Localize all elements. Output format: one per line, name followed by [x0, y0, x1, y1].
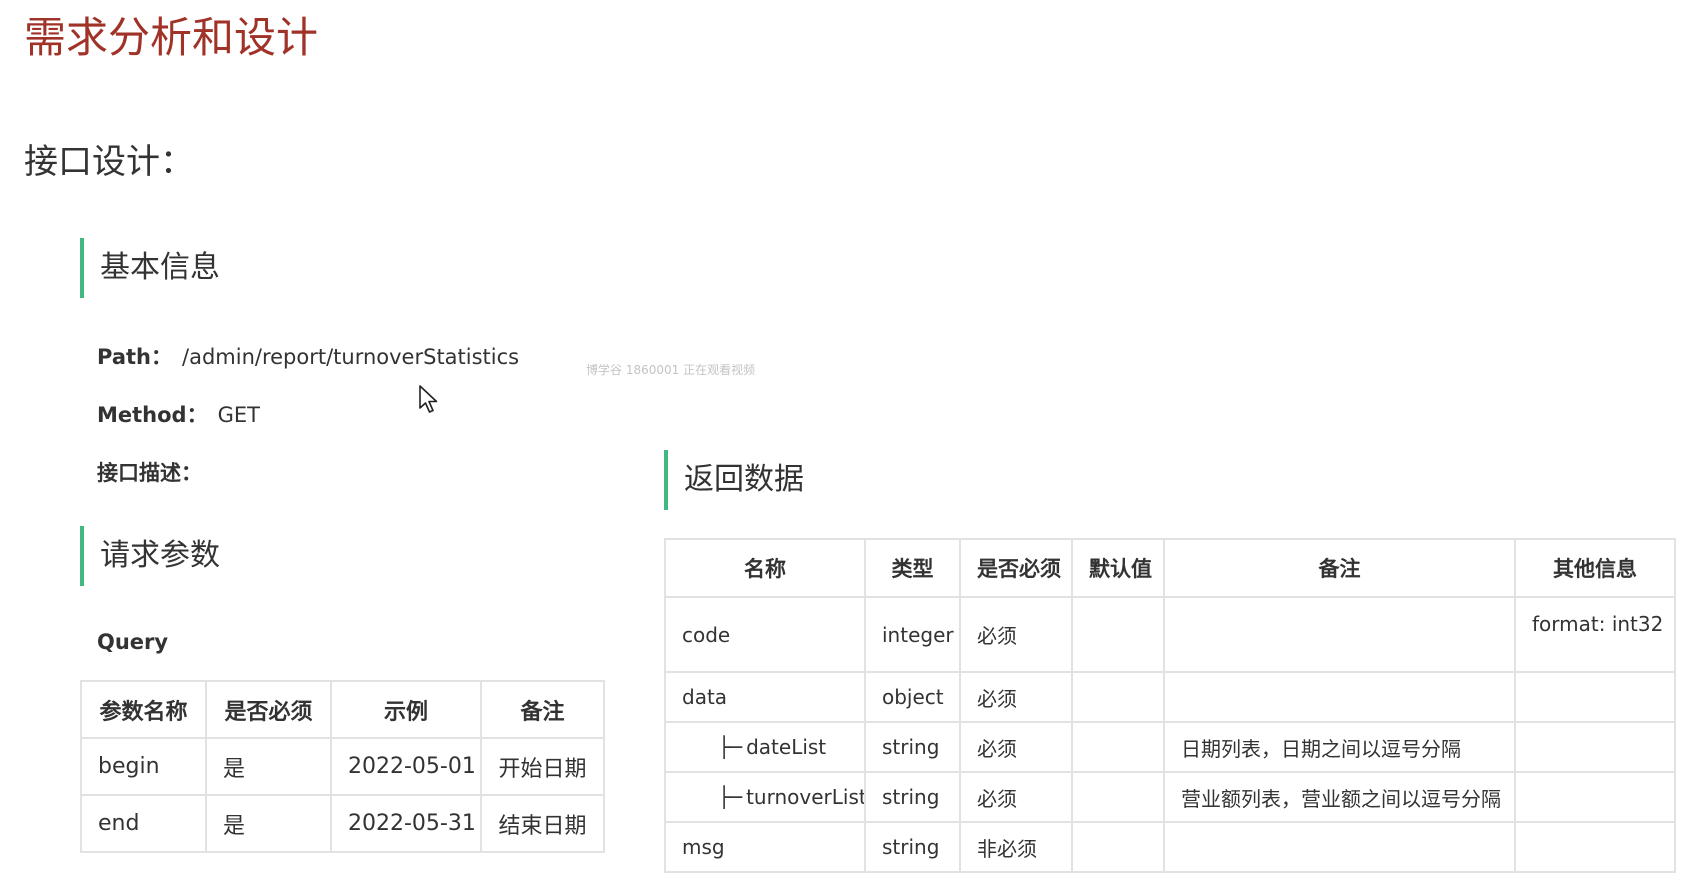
table-cell: 是 — [205, 737, 332, 796]
field-name: dateList — [746, 735, 827, 759]
table-cell: string — [864, 721, 961, 773]
table-row: begin 是 2022-05-01 开始日期 — [80, 737, 605, 796]
table-cell: 营业额列表，营业额之间以逗号分隔 — [1163, 771, 1516, 823]
column-header-type: 类型 — [864, 538, 961, 598]
table-row: ├─ turnoverList string 必须 营业额列表，营业额之间以逗号分… — [664, 771, 1676, 823]
response-data-table: 名称 类型 是否必须 默认值 备注 其他信息 code integer 必须 f… — [664, 538, 1676, 873]
table-cell: 2022-05-31 — [330, 794, 482, 853]
table-cell: data — [664, 671, 866, 723]
table-cell: 必须 — [959, 771, 1073, 823]
table-cell — [1514, 721, 1676, 773]
method-value: GET — [217, 403, 260, 427]
table-row: end 是 2022-05-31 结束日期 — [80, 794, 605, 853]
column-header-required: 是否必须 — [205, 680, 332, 739]
watermark-text: 博学谷 1860001 正在观看视频 — [586, 363, 756, 377]
table-cell: ├─ turnoverList — [664, 771, 866, 823]
table-cell: string — [864, 821, 961, 873]
table-header-row: 参数名称 是否必须 示例 备注 — [80, 680, 605, 739]
description-label: 接口描述： — [97, 461, 202, 485]
table-cell: ├─ dateList — [664, 721, 866, 773]
table-cell: end — [80, 794, 207, 853]
tree-branch-glyph: ├─ — [718, 785, 743, 809]
table-cell: format: int32 — [1514, 596, 1676, 673]
path-value: /admin/report/turnoverStatistics — [182, 345, 520, 369]
column-header-default: 默认值 — [1071, 538, 1165, 598]
column-header-other: 其他信息 — [1514, 538, 1676, 598]
column-header-note: 备注 — [1163, 538, 1516, 598]
query-params-table: 参数名称 是否必须 示例 备注 begin 是 2022-05-01 开始日期 … — [80, 680, 605, 853]
column-header-example: 示例 — [330, 680, 482, 739]
table-cell: 非必须 — [959, 821, 1073, 873]
table-cell: integer — [864, 596, 961, 673]
path-line: Path： /admin/report/turnoverStatistics — [97, 341, 519, 371]
table-cell — [1071, 821, 1165, 873]
table-cell: 必须 — [959, 721, 1073, 773]
table-cell: 2022-05-01 — [330, 737, 482, 796]
table-cell — [1071, 721, 1165, 773]
table-row: code integer 必须 format: int32 — [664, 596, 1676, 673]
column-header-name: 名称 — [664, 538, 866, 598]
table-cell: 开始日期 — [480, 737, 605, 796]
table-cell: begin — [80, 737, 207, 796]
description-line: 接口描述： — [97, 457, 212, 487]
table-cell — [1163, 671, 1516, 723]
table-cell — [1071, 771, 1165, 823]
response-data-heading: 返回数据 — [664, 450, 804, 510]
method-line: Method： GET — [97, 399, 260, 429]
page-title: 需求分析和设计 — [24, 13, 319, 62]
table-row: msg string 非必须 — [664, 821, 1676, 873]
method-label: Method： — [97, 403, 208, 427]
request-params-heading: 请求参数 — [80, 526, 220, 586]
column-header-param-name: 参数名称 — [80, 680, 207, 739]
table-cell: string — [864, 771, 961, 823]
table-cell: msg — [664, 821, 866, 873]
table-cell — [1071, 671, 1165, 723]
column-header-required: 是否必须 — [959, 538, 1073, 598]
table-cell: code — [664, 596, 866, 673]
table-cell: 必须 — [959, 596, 1073, 673]
table-header-row: 名称 类型 是否必须 默认值 备注 其他信息 — [664, 538, 1676, 598]
query-line: Query — [97, 630, 178, 654]
table-cell: 必须 — [959, 671, 1073, 723]
query-label: Query — [97, 630, 169, 654]
table-cell — [1514, 821, 1676, 873]
basic-info-heading: 基本信息 — [80, 238, 220, 298]
table-cell — [1163, 821, 1516, 873]
path-label: Path： — [97, 345, 172, 369]
table-cell — [1071, 596, 1165, 673]
table-cell: object — [864, 671, 961, 723]
table-cell: 是 — [205, 794, 332, 853]
table-cell: 日期列表，日期之间以逗号分隔 — [1163, 721, 1516, 773]
column-header-note: 备注 — [480, 680, 605, 739]
table-row: ├─ dateList string 必须 日期列表，日期之间以逗号分隔 — [664, 721, 1676, 773]
table-row: data object 必须 — [664, 671, 1676, 723]
table-cell: 结束日期 — [480, 794, 605, 853]
field-name: turnoverList — [746, 785, 865, 809]
section-title: 接口设计： — [24, 142, 194, 182]
table-cell — [1514, 671, 1676, 723]
table-cell — [1514, 771, 1676, 823]
mouse-pointer-icon — [419, 385, 438, 413]
tree-branch-glyph: ├─ — [718, 735, 743, 759]
table-cell — [1163, 596, 1516, 673]
